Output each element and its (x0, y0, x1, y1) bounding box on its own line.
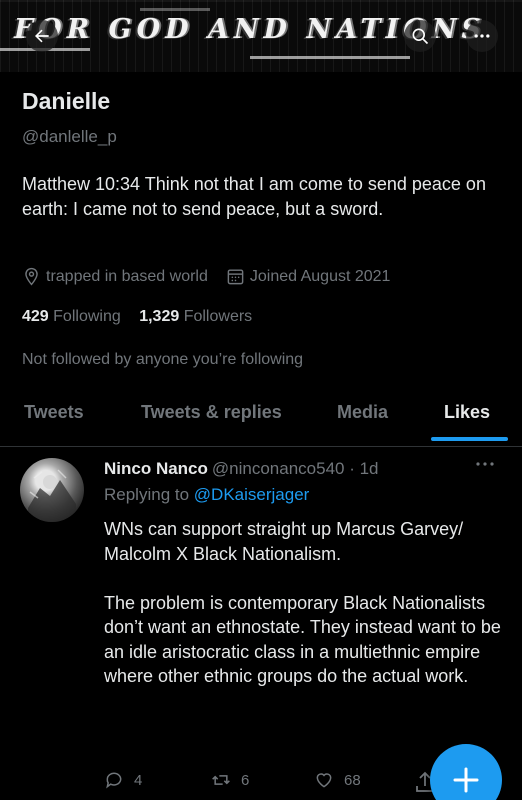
reply-count: 4 (134, 771, 143, 789)
profile-bio: Matthew 10:34 Think not that I am come t… (22, 174, 486, 219)
replying-label: Replying to (104, 485, 194, 504)
search-icon (412, 28, 429, 45)
reply-button[interactable]: 4 (104, 770, 142, 790)
tab-tweets[interactable]: Tweets (24, 395, 84, 443)
followers-count: 1,329 (139, 308, 180, 325)
like-button[interactable]: 68 (314, 770, 361, 790)
replying-to: Replying to @DKaiserjager (104, 485, 309, 505)
more-horizontal-icon (474, 34, 490, 38)
arrow-left-icon (35, 29, 49, 43)
retweet-icon (212, 775, 230, 785)
profile-meta: trapped in based world Joined August 202… (22, 267, 408, 286)
more-button[interactable] (466, 20, 498, 52)
banner-streak (140, 8, 210, 11)
profile-banner: FOR GOD AND NATIONS (0, 0, 522, 72)
back-button[interactable] (26, 20, 58, 52)
profile-handle: @danlelle_p (22, 127, 117, 146)
search-button[interactable] (404, 20, 436, 52)
retweet-button[interactable]: 6 (211, 770, 249, 790)
reply-icon (106, 772, 122, 789)
profile-location: trapped in based world (22, 267, 208, 286)
avatar[interactable] (20, 458, 84, 522)
avatar-photo (28, 469, 76, 522)
followers-label: Followers (183, 308, 253, 325)
following-link[interactable]: 429 Following (22, 308, 121, 325)
tweet-author[interactable]: Ninco Nanco (104, 459, 208, 478)
location-pin-icon (25, 267, 38, 286)
profile-tabs: Tweets Tweets & replies Media Likes (0, 395, 522, 443)
following-count: 429 (22, 308, 49, 325)
follow-stats: 429 Following 1,329 Followers (22, 308, 266, 326)
location-label: trapped in based world (46, 267, 208, 285)
calendar-icon (227, 269, 244, 285)
heart-icon (316, 773, 332, 788)
joined-label: Joined August 2021 (249, 267, 391, 285)
following-label: Following (53, 308, 121, 325)
tabs-divider (0, 446, 522, 447)
retweet-count: 6 (241, 771, 250, 789)
tweet-username-time[interactable]: @ninconanco540 · 1d (212, 459, 379, 478)
tab-tweets-replies[interactable]: Tweets & replies (141, 395, 282, 443)
active-tab-indicator (431, 437, 508, 441)
tab-media[interactable]: Media (337, 395, 388, 443)
profile-name: Danielle (22, 88, 111, 114)
replying-mention[interactable]: @DKaiserjager (194, 485, 310, 504)
not-followed-notice: Not followed by anyone you’re following (22, 351, 304, 368)
followers-link[interactable]: 1,329 Followers (139, 308, 252, 325)
profile-joined: Joined August 2021 (226, 267, 391, 286)
banner-streak (250, 56, 410, 59)
tweet-header: Ninco Nanco @ninconanco540 · 1d (104, 459, 379, 479)
compose-tweet-button[interactable] (430, 744, 502, 800)
tweet-text: WNs can support straight up Marcus Garve… (104, 519, 501, 686)
plus-icon (453, 767, 479, 793)
tab-likes[interactable]: Likes (444, 395, 490, 443)
like-count: 68 (344, 771, 361, 789)
tweet-actions: 4 6 68 (104, 770, 404, 796)
more-horizontal-icon[interactable] (470, 454, 500, 474)
